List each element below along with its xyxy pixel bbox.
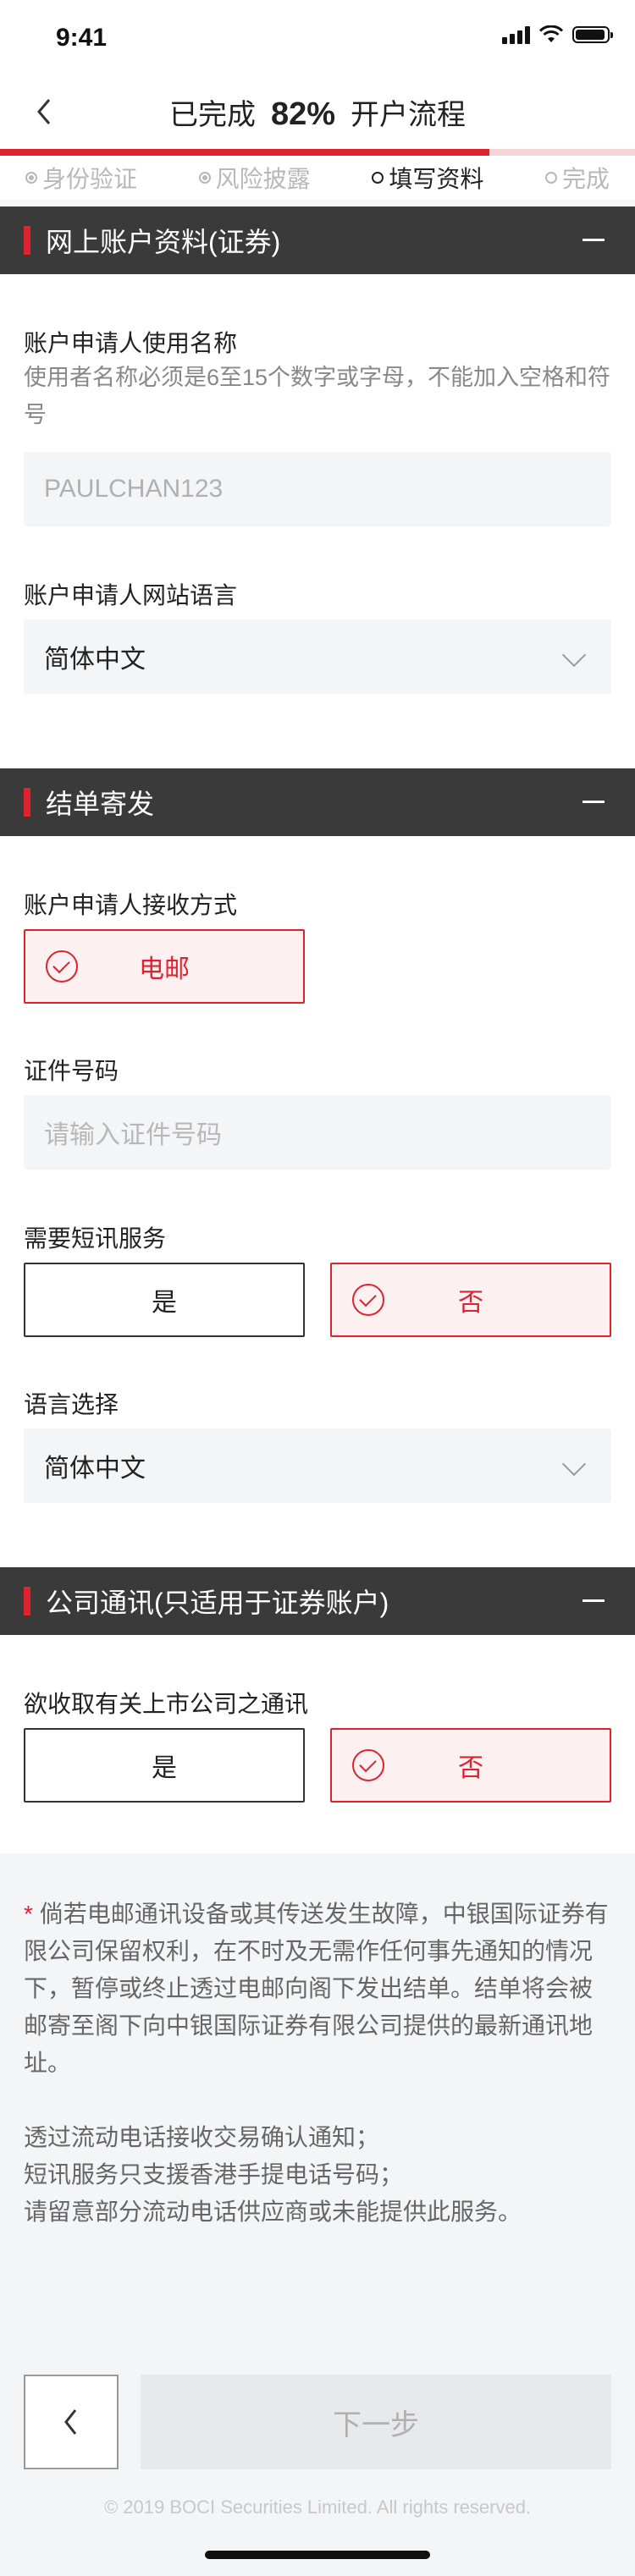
chevron-left-icon: [64, 2409, 77, 2435]
progress-fill: [0, 149, 489, 156]
title-suffix: 开户流程: [351, 98, 467, 131]
website-language-select[interactable]: 简体中文: [24, 619, 611, 694]
sms-options: 是 否: [24, 1263, 611, 1337]
section-title: 网上账户资料(证券): [46, 227, 281, 257]
collapse-icon[interactable]: [583, 801, 605, 803]
copyright: © 2019 BOCI Securities Limited. All righ…: [103, 2496, 532, 2518]
username-input[interactable]: PAULCHAN123: [24, 452, 611, 526]
disclaimer: * 倘若电邮通讯设备或其传送发生故障，中银国际证券有限公司保留权利，在不时及无需…: [0, 1853, 635, 2231]
home-indicator: [205, 2551, 430, 2559]
disclaimer-text: 倘若电邮通讯设备或其传送发生故障，中银国际证券有限公司保留权利，在不时及无需作任…: [24, 1901, 609, 2076]
step-risk: 风险披露: [198, 161, 311, 195]
sms-no-button[interactable]: 否: [330, 1263, 611, 1337]
id-number-input[interactable]: 请输入证件号码: [24, 1095, 611, 1170]
option-label: 否: [458, 1754, 483, 1782]
option-label: 电邮: [139, 955, 190, 983]
step-done-icon: [198, 172, 211, 184]
receive-method-label: 账户申请人接收方式: [24, 892, 238, 918]
chevron-down-icon: [561, 642, 587, 668]
status-icons: [502, 25, 613, 44]
section-statement: 账户申请人接收方式 电邮 证件号码 请输入证件号码 需要短讯服务 是 否 语言选…: [0, 836, 635, 1567]
username-hint: 使用者名称必须是6至15个数字或字母，不能加入空格和符号: [24, 365, 611, 427]
battery-icon: [572, 26, 613, 43]
website-language-label: 账户申请人网站语言: [24, 582, 238, 608]
section-accent-bar: [24, 226, 30, 255]
spacer: [0, 200, 635, 206]
page: 9:41 已完成 82% 开户流程 身份验证 风险披露 填写资料 完成 网上账户资料…: [0, 0, 635, 2576]
sms-note-3: 请留意部分流动电话供应商或未能提供此服务。: [24, 2199, 522, 2225]
sms-yes-button[interactable]: 是: [24, 1263, 305, 1337]
sms-note-1: 透过流动电话接收交易确认通知；: [24, 2124, 380, 2150]
check-circle-icon: [46, 950, 78, 983]
comm-no-button[interactable]: 否: [330, 1728, 611, 1803]
step-done-icon: [25, 172, 37, 184]
check-circle-icon: [352, 1749, 384, 1781]
language-label: 语言选择: [24, 1391, 119, 1417]
progress-bar: [0, 149, 635, 156]
step-label: 完成: [561, 166, 610, 192]
chevron-left-icon: [37, 99, 51, 124]
wifi-icon: [538, 25, 564, 42]
title-prefix: 已完成: [168, 98, 256, 131]
comm-yes-button[interactable]: 是: [24, 1728, 305, 1803]
language-value: 简体中文: [44, 1455, 146, 1483]
status-time: 9:41: [56, 24, 108, 52]
section-company-comm: 欲收取有关上市公司之通讯 是 否: [0, 1635, 635, 1853]
option-label: 是: [152, 1289, 177, 1317]
step-identity: 身份验证: [25, 161, 137, 195]
section-accent-bar: [24, 1587, 30, 1616]
collapse-icon[interactable]: [583, 239, 605, 241]
section-header-online-account: 网上账户资料(证券): [0, 206, 635, 274]
required-star: *: [24, 1901, 33, 1927]
id-number-label: 证件号码: [24, 1058, 119, 1084]
signal-icon: [502, 25, 530, 44]
step-todo-icon: [544, 172, 557, 184]
section-title: 公司通讯(只适用于证券账户): [46, 1588, 389, 1618]
step-label: 填写资料: [389, 166, 484, 192]
sms-service-label: 需要短讯服务: [24, 1225, 167, 1252]
step-fill-info: 填写资料: [372, 161, 483, 195]
section-header-statement: 结单寄发: [0, 768, 635, 836]
collapse-icon[interactable]: [583, 1599, 605, 1602]
footer-actions: 下一步: [24, 2375, 611, 2469]
step-label: 风险披露: [215, 166, 311, 192]
page-title: 已完成 82% 开户流程: [169, 91, 466, 133]
sms-note-2: 短讯服务只支援香港手提电话号码；: [24, 2161, 404, 2188]
chevron-down-icon: [561, 1451, 587, 1477]
section-title: 结单寄发: [46, 789, 155, 819]
username-label: 账户申请人使用名称: [24, 330, 238, 356]
option-label: 否: [458, 1289, 483, 1317]
company-comm-options: 是 否: [24, 1728, 611, 1803]
receive-email-option[interactable]: 电邮: [24, 929, 305, 1004]
progress-percent: 82%: [270, 96, 336, 132]
step-indicator: 身份验证 风险披露 填写资料 完成: [0, 156, 635, 200]
disclaimer-paragraph: * 倘若电邮通讯设备或其传送发生故障，中银国际证券有限公司保留权利，在不时及无需…: [24, 1896, 611, 2082]
section-accent-bar: [24, 788, 30, 817]
status-bar: 9:41: [0, 0, 635, 74]
check-circle-icon: [352, 1284, 384, 1316]
step-active-icon: [372, 172, 384, 184]
back-button[interactable]: [25, 93, 63, 130]
website-language-value: 简体中文: [44, 646, 146, 674]
company-comm-label: 欲收取有关上市公司之通讯: [24, 1691, 309, 1717]
nav-bar: 已完成 82% 开户流程: [0, 74, 635, 149]
step-label: 身份验证: [42, 166, 138, 192]
section-header-company-comm: 公司通讯(只适用于证券账户): [0, 1567, 635, 1635]
language-select[interactable]: 简体中文: [24, 1428, 611, 1503]
next-button[interactable]: 下一步: [141, 2375, 611, 2469]
step-complete: 完成: [544, 161, 610, 195]
section-online-account: 账户申请人使用名称 使用者名称必须是6至15个数字或字母，不能加入空格和符号 P…: [0, 274, 635, 768]
previous-button[interactable]: [24, 2375, 119, 2469]
option-label: 是: [152, 1754, 177, 1782]
